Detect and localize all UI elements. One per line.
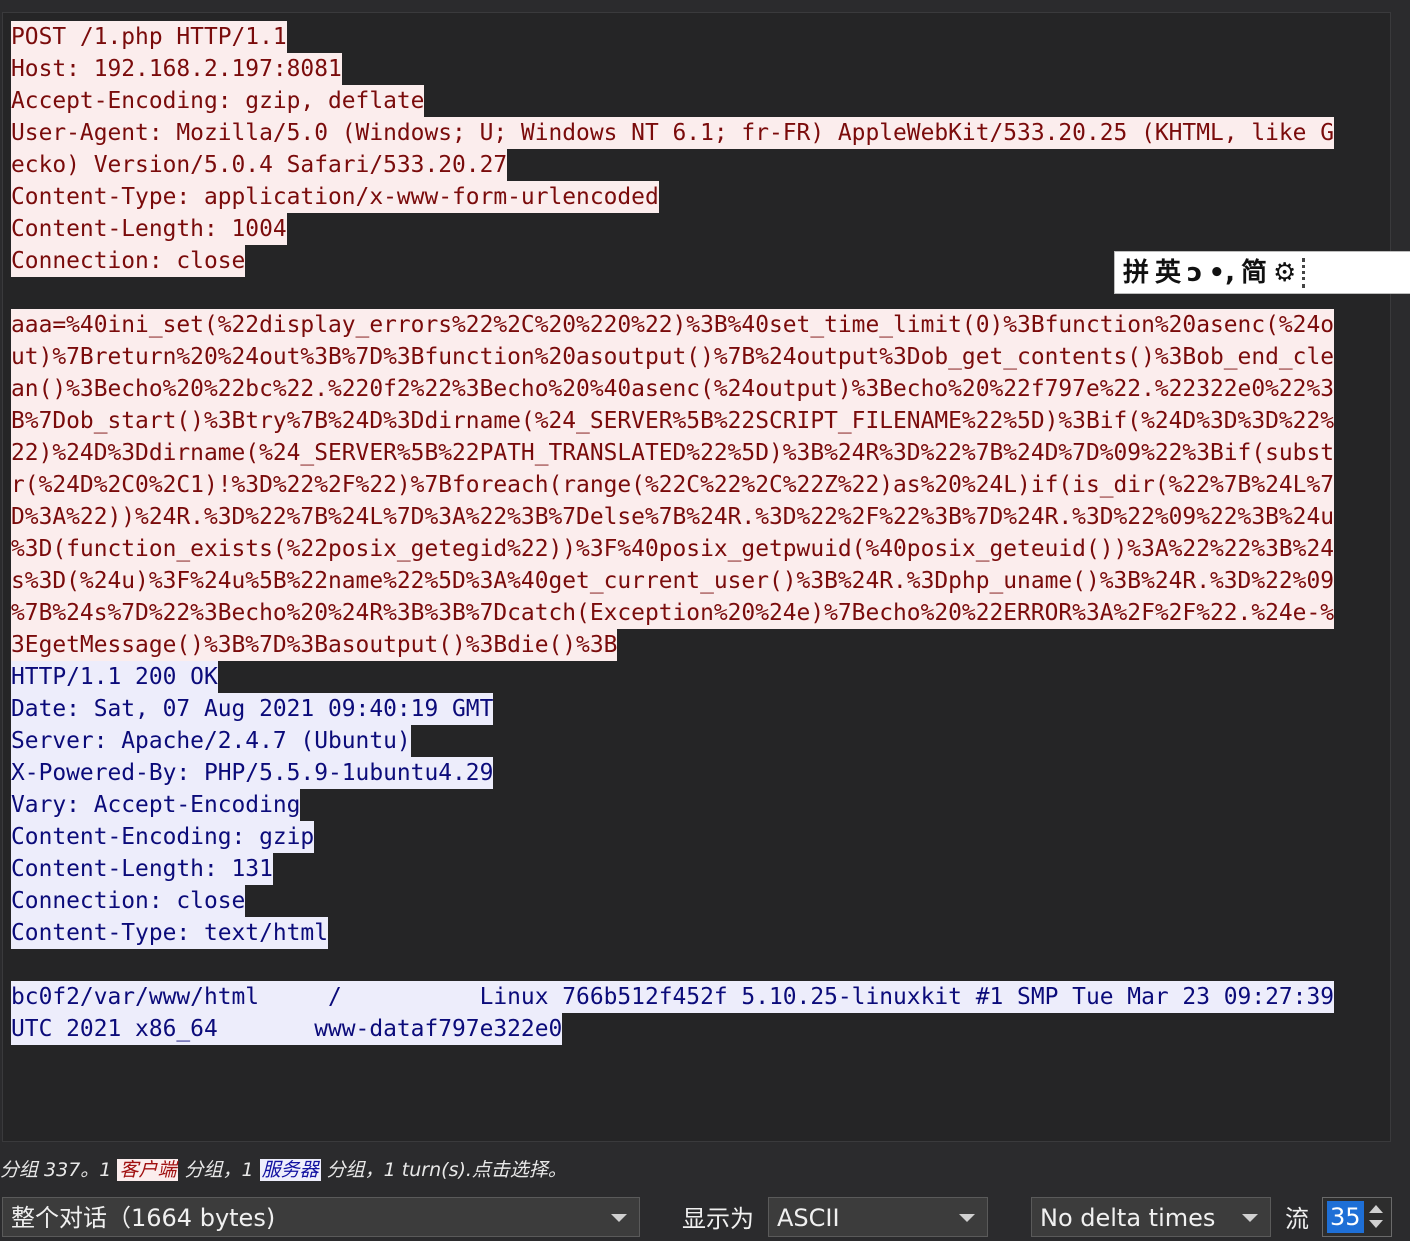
chevron-down-icon xyxy=(959,1214,975,1222)
display-as-select[interactable]: ASCII xyxy=(768,1197,988,1237)
status-middle: 分组，1 xyxy=(178,1159,260,1181)
client-header-line[interactable]: Connection: close xyxy=(11,245,246,277)
status-bar: 分组 337。1 客户端 分组，1 服务器 分组，1 turn(s).点击选择。 xyxy=(0,1155,567,1185)
stream-number-spinner[interactable]: 35 xyxy=(1322,1197,1392,1237)
settings-icon[interactable]: ⚙ xyxy=(1273,253,1296,293)
server-header-line[interactable]: X-Powered-By: PHP/5.5.9-1ubuntu4.29 xyxy=(11,757,494,789)
client-body-line[interactable]: aaa=%40ini_set(%22display_errors%22%2C%2… xyxy=(11,309,1335,341)
spin-down-icon[interactable] xyxy=(1369,1220,1383,1228)
delta-times-select-value: No delta times xyxy=(1040,1204,1216,1232)
client-body-line[interactable]: s%3D(%24u)%3F%24u%5B%22name%22%5D%3A%40g… xyxy=(11,565,1335,597)
client-header-line[interactable]: Accept-Encoding: gzip, deflate xyxy=(11,85,425,117)
chevron-down-icon xyxy=(1242,1214,1258,1222)
server-header-line[interactable]: Vary: Accept-Encoding xyxy=(11,789,301,821)
server-header-line[interactable]: Content-Encoding: gzip xyxy=(11,821,315,853)
client-tag: 客户端 xyxy=(117,1159,179,1181)
status-suffix: 分组，1 turn(s).点击选择。 xyxy=(320,1159,567,1181)
server-header-line[interactable]: HTTP/1.1 200 OK xyxy=(11,661,218,693)
conversation-select[interactable]: 整个对话（1664 bytes) xyxy=(2,1197,640,1237)
server-body-line[interactable]: UTC 2021 x86_64 www-dataf797e322e0 xyxy=(11,1013,563,1045)
simplified-icon[interactable]: 简 xyxy=(1241,253,1267,293)
server-header-line[interactable]: Content-Length: 131 xyxy=(11,853,273,885)
client-body-line[interactable]: ut)%7Breturn%20%24out%3B%7D%3Bfunction%2… xyxy=(11,341,1335,373)
server-body-line[interactable]: bc0f2/var/www/html / Linux 766b512f452f … xyxy=(11,981,1335,1013)
client-body-line[interactable]: D%3A%22))%24R.%3D%22%7B%24L%7D%3A%22%3B%… xyxy=(11,501,1335,533)
client-header-line[interactable]: POST /1.php HTTP/1.1 xyxy=(11,21,287,53)
status-prefix: 分组 337。1 xyxy=(0,1159,118,1181)
delta-times-select[interactable]: No delta times xyxy=(1031,1197,1271,1237)
server-header-line[interactable]: Connection: close xyxy=(11,885,246,917)
chevron-down-icon xyxy=(611,1214,627,1222)
stream-number-value[interactable]: 35 xyxy=(1327,1201,1364,1233)
stream-text[interactable]: POST /1.php HTTP/1.1 Host: 192.168.2.197:… xyxy=(11,21,1335,1045)
punctuation-icon[interactable]: •, xyxy=(1208,253,1235,293)
client-body-line[interactable]: 22)%24D%3Ddirname(%24_SERVER%5B%22PATH_T… xyxy=(11,437,1335,469)
display-as-label: 显示为 xyxy=(682,1205,754,1233)
client-body-line[interactable]: an()%3Becho%20%22bc%22.%220f2%22%3Becho%… xyxy=(11,373,1335,405)
client-header-line[interactable]: ecko) Version/5.0.4 Safari/533.20.27 xyxy=(11,149,508,181)
client-header-line[interactable]: User-Agent: Mozilla/5.0 (Windows; U; Win… xyxy=(11,117,1335,149)
client-body-line[interactable]: %7B%24s%7D%22%3Becho%20%24R%3B%3B%7Dcatc… xyxy=(11,597,1335,629)
client-header-line[interactable]: Content-Type: application/x-www-form-url… xyxy=(11,181,659,213)
server-header-line[interactable]: Content-Type: text/html xyxy=(11,917,328,949)
ime-toolbar[interactable]: 拼英 ↄ •, 简 ⚙ xyxy=(1114,251,1410,294)
client-body-line[interactable]: %3D(function_exists(%22posix_getegid%22)… xyxy=(11,533,1335,565)
display-as-select-value: ASCII xyxy=(777,1204,840,1232)
client-header-line[interactable]: Host: 192.168.2.197:8081 xyxy=(11,53,342,85)
conversation-select-value: 整个对话（1664 bytes) xyxy=(11,1204,276,1232)
pinyin-mode-icon[interactable]: 拼 xyxy=(1123,253,1149,293)
client-body-line[interactable]: B%7Dob_start()%3Btry%7B%24D%3Ddirname(%2… xyxy=(11,405,1335,437)
client-body-line[interactable]: r(%24D%2C0%2C1)!%3D%22%2F%22)%7Bforeach(… xyxy=(11,469,1335,501)
client-body-line[interactable]: 3EgetMessage()%3B%7D%3Basoutput()%3Bdie(… xyxy=(11,629,618,661)
drag-handle-icon[interactable] xyxy=(1302,257,1317,288)
english-mode-icon[interactable]: 英 xyxy=(1155,253,1181,293)
server-header-line[interactable]: Date: Sat, 07 Aug 2021 09:40:19 GMT xyxy=(11,693,494,725)
stream-label: 流 xyxy=(1285,1205,1309,1233)
server-tag: 服务器 xyxy=(259,1159,321,1181)
client-header-line[interactable]: Content-Length: 1004 xyxy=(11,213,287,245)
spin-up-icon[interactable] xyxy=(1369,1205,1383,1213)
server-header-line[interactable]: Server: Apache/2.4.7 (Ubuntu) xyxy=(11,725,411,757)
stream-content-pane[interactable]: POST /1.php HTTP/1.1 Host: 192.168.2.197:… xyxy=(2,12,1391,1142)
half-width-icon[interactable]: ↄ xyxy=(1187,253,1202,293)
